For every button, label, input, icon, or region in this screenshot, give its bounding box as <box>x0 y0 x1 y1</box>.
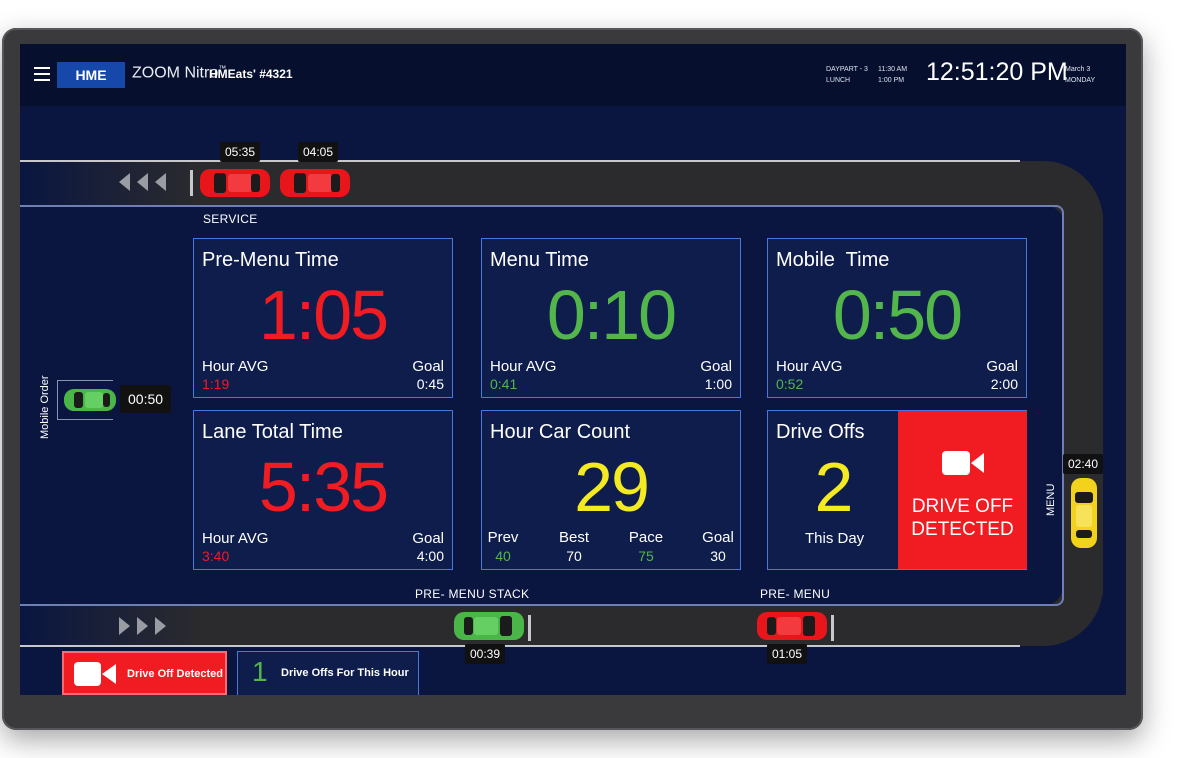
lane-edge <box>20 645 1020 647</box>
tile-title: Mobile Time <box>776 249 890 271</box>
goal-label: Goal <box>412 358 444 375</box>
car-timer: 00:39 <box>465 644 506 664</box>
camera-icon <box>74 662 116 686</box>
store-name: HMEats' #4321 <box>209 67 293 81</box>
avg-value: 3:40 <box>202 548 230 564</box>
stat-pace: Pace 75 <box>628 529 664 564</box>
arrow-right-icon <box>137 617 148 635</box>
goal-label: Goal <box>412 530 444 547</box>
menu-label: MENU <box>1045 483 1057 516</box>
arrow-right-icon <box>155 617 166 635</box>
stat-best: Best 70 <box>558 529 589 564</box>
stat-prev: Prev 40 <box>487 529 519 564</box>
car-service-1[interactable] <box>200 169 270 197</box>
stop-line <box>190 170 193 196</box>
date: March 3 MONDAY <box>1065 66 1096 84</box>
avg-label: Hour AVG <box>202 530 269 547</box>
arrow-left-icon <box>155 173 166 191</box>
goal-label: Goal <box>986 358 1018 375</box>
tile-title: Drive Offs <box>776 421 865 443</box>
tile-hour-car-count[interactable]: Hour Car Count 29 Prev 40 Best 70 Pace 75 G… <box>481 410 741 570</box>
avg-value: 1:19 <box>202 376 230 392</box>
avg-value: 0:41 <box>490 376 518 392</box>
car-stack[interactable] <box>454 612 524 640</box>
stat-goal: Goal 30 <box>702 529 734 564</box>
tile-value: 0:50 <box>832 276 963 354</box>
service-label: SERVICE <box>203 212 258 226</box>
goal-label: Goal <box>700 358 732 375</box>
avg-label: Hour AVG <box>202 358 269 375</box>
drive-off-detected-button[interactable]: Drive Off Detected <box>62 651 227 695</box>
daypart-time-range: 11:30 AM 1:00 PM <box>878 66 908 84</box>
pre-menu-label: PRE- MENU <box>760 587 831 601</box>
tile-value: 29 <box>574 448 650 526</box>
daypart: DAYPART - 3 LUNCH <box>826 66 868 84</box>
button-label: Drive Offs For This Hour <box>281 667 409 679</box>
tile-pre-menu-time[interactable]: Pre-Menu Time 1:05 Hour AVG 1:19 Goal 0:… <box>193 238 453 398</box>
pre-menu-stack-label: PRE- MENU STACK <box>415 587 530 601</box>
tile-drive-offs[interactable]: Drive Offs 2 This Day DRIVE OFF DETECTED <box>767 410 1027 570</box>
drive-offs-caption: This Day <box>805 530 865 547</box>
goal-value: 4:00 <box>416 548 444 564</box>
goal-value: 1:00 <box>704 376 732 392</box>
car-mobile[interactable] <box>64 389 116 411</box>
car-timer: 01:05 <box>767 644 808 664</box>
tile-value: 5:35 <box>258 448 389 526</box>
tile-mobile-time[interactable]: Mobile Time 0:50 Hour AVG 0:52 Goal 2:00 <box>767 238 1027 398</box>
tile-value: 1:05 <box>258 276 389 354</box>
tile-title: Hour Car Count <box>490 421 631 443</box>
tile-menu-time[interactable]: Menu Time 0:10 Hour AVG 0:41 Goal 1:00 <box>481 238 741 398</box>
car-menu[interactable] <box>1071 478 1097 548</box>
menu-icon[interactable] <box>34 67 50 83</box>
arrow-left-icon <box>137 173 148 191</box>
tile-title: Lane Total Time <box>202 421 343 443</box>
drive-off-alert-text: DRIVE OFF DETECTED <box>911 496 1014 540</box>
tile-title: Pre-Menu Time <box>202 249 339 271</box>
stop-line <box>528 615 531 641</box>
stop-line <box>831 615 834 641</box>
tile-value: 2 <box>814 448 854 526</box>
tile-lane-total-time[interactable]: Lane Total Time 5:35 Hour AVG 3:40 Goal … <box>193 410 453 570</box>
car-timer: 04:05 <box>298 142 339 162</box>
car-timer: 00:50 <box>120 385 172 413</box>
dashboard-screen: HME ZOOM Nitro™ HMEats' #4321 DAYPART - … <box>20 44 1126 695</box>
goal-value: 2:00 <box>990 376 1018 392</box>
avg-label: Hour AVG <box>776 358 843 375</box>
drive-off-alert[interactable]: DRIVE OFF DETECTED <box>898 411 1027 569</box>
tile-value: 0:10 <box>546 276 677 354</box>
arrow-right-icon <box>119 617 130 635</box>
hme-logo: HME <box>57 62 125 88</box>
car-service-2[interactable] <box>280 169 350 197</box>
avg-label: Hour AVG <box>490 358 557 375</box>
mobile-order-label: Mobile Order <box>39 375 51 439</box>
tile-title: Menu Time <box>490 249 589 271</box>
top-bar: HME ZOOM Nitro™ HMEats' #4321 DAYPART - … <box>20 44 1126 106</box>
monitor-frame: HME ZOOM Nitro™ HMEats' #4321 DAYPART - … <box>2 28 1143 730</box>
drive-offs-hour-button[interactable]: 1 Drive Offs For This Hour <box>237 651 419 695</box>
drive-offs-count: 1 <box>252 656 268 687</box>
camera-icon <box>942 451 984 475</box>
lane-edge <box>20 160 1020 162</box>
avg-value: 0:52 <box>776 376 804 392</box>
car-timer: 02:40 <box>1063 454 1104 474</box>
lane-fade-top <box>20 161 200 205</box>
button-label: Drive Off Detected <box>127 668 223 680</box>
goal-value: 0:45 <box>416 376 444 392</box>
car-pre-menu[interactable] <box>757 612 827 640</box>
clock: 12:51:20 PM <box>926 58 1068 86</box>
car-timer: 05:35 <box>220 142 261 162</box>
lane-fade-bottom <box>20 606 200 646</box>
arrow-left-icon <box>119 173 130 191</box>
